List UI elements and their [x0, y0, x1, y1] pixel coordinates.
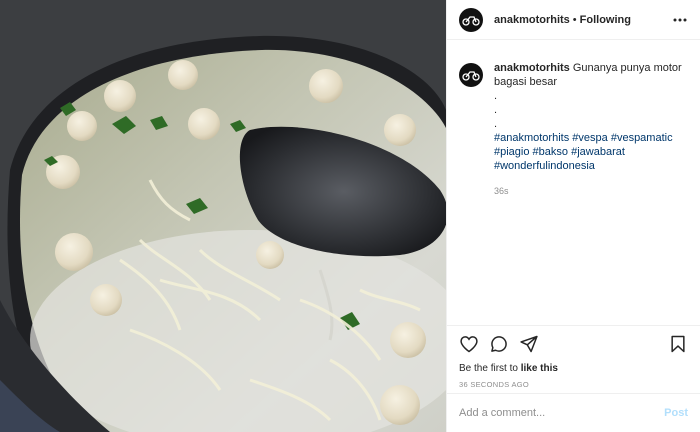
likes-line: Be the first to like this: [459, 363, 688, 374]
like-this-link[interactable]: like this: [521, 363, 558, 374]
hashtag-link[interactable]: #wonderfulindonesia: [494, 160, 595, 172]
caption-dot: .: [494, 118, 498, 130]
hashtag-line: #wonderfulindonesia: [494, 159, 684, 173]
caption-username[interactable]: anakmotorhits: [494, 62, 570, 74]
scooter-logo-icon: [462, 15, 480, 26]
caption-body: anakmotorhits Gunanya punya motor bagasi…: [494, 61, 684, 198]
post-side-panel: anakmotorhits • Following anakmotorhits …: [446, 0, 700, 432]
hashtag-link[interactable]: #bakso: [533, 146, 568, 158]
post-header: anakmotorhits • Following: [447, 0, 700, 40]
more-options-icon[interactable]: [672, 12, 688, 28]
hashtag-link[interactable]: #jawabarat: [571, 146, 625, 158]
avatar[interactable]: [459, 63, 483, 87]
caption-dot: .: [494, 90, 498, 102]
comments-scroll-area[interactable]: anakmotorhits Gunanya punya motor bagasi…: [447, 40, 700, 325]
share-icon[interactable]: [519, 334, 539, 354]
header-username[interactable]: anakmotorhits: [494, 14, 570, 26]
scooter-logo-icon: [462, 71, 480, 81]
hashtag-line: #anakmotorhits #vespa #vespamatic: [494, 131, 684, 145]
post-date[interactable]: 36 SECONDS AGO: [459, 380, 688, 389]
comment-icon[interactable]: [489, 334, 509, 354]
post-actions: Be the first to like this 36 SECONDS AGO: [447, 325, 700, 393]
hashtag-link[interactable]: #piagio: [494, 146, 529, 158]
caption-dot: .: [494, 104, 498, 116]
post-button[interactable]: Post: [664, 407, 688, 419]
following-button[interactable]: Following: [580, 14, 631, 26]
comment-input[interactable]: [459, 407, 665, 419]
hashtag-line: #piagio #bakso #jawabarat: [494, 145, 684, 159]
action-icons: [459, 334, 688, 354]
hashtag-link[interactable]: #vespamatic: [611, 132, 673, 144]
comment-bar: Post: [447, 393, 700, 432]
caption: anakmotorhits Gunanya punya motor bagasi…: [459, 61, 688, 198]
likes-prefix: Be the first to: [459, 363, 518, 374]
caption-timestamp[interactable]: 36s: [494, 184, 684, 198]
header-separator: •: [572, 13, 577, 26]
bookmark-icon[interactable]: [668, 334, 688, 354]
hashtag-link[interactable]: #vespa: [572, 132, 607, 144]
heart-icon[interactable]: [459, 334, 479, 354]
avatar[interactable]: [459, 7, 483, 32]
hashtag-link[interactable]: #anakmotorhits: [494, 132, 569, 144]
post-media[interactable]: [0, 0, 446, 432]
bakso-soup-image: [0, 0, 446, 432]
